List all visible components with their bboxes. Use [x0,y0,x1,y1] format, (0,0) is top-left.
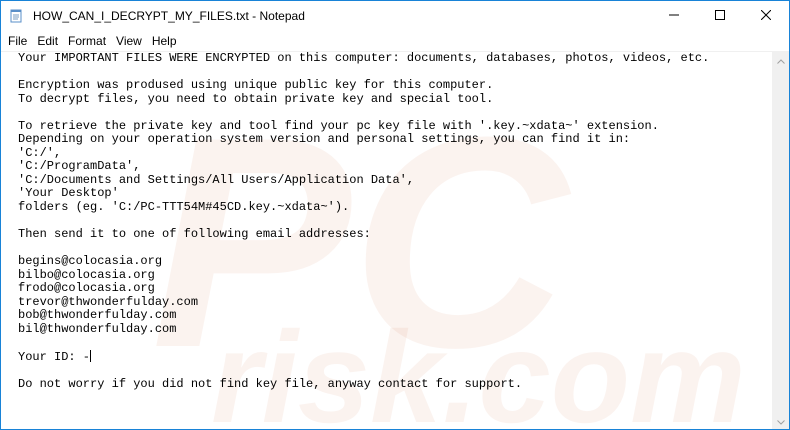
maximize-icon [715,7,725,25]
menu-bar: File Edit Format View Help [1,31,789,51]
text-line: To retrieve the private key and tool fin… [18,118,659,133]
text-line: bob@thwonderfulday.com [18,308,177,323]
chevron-up-icon [776,51,785,69]
vertical-scrollbar[interactable] [772,51,789,429]
text-line [18,242,709,256]
text-line: Encryption was prodused using unique pub… [18,78,494,93]
chevron-down-icon [776,412,785,430]
text-line: Your ID: - [18,350,91,365]
text-line: trevor@thwonderfulday.com [18,294,199,309]
notepad-icon [9,9,23,23]
menu-file[interactable]: File [1,31,32,51]
text-line [18,365,709,379]
text-line: Depending on your operation system versi… [18,132,631,147]
text-line [18,66,709,80]
text-line: Your IMPORTANT FILES WERE ENCRYPTED on t… [18,51,710,65]
text-line: 'C:/Documents and Settings/All Users/App… [18,172,415,187]
menu-help[interactable]: Help [147,31,182,51]
text-caret [90,350,92,363]
text-line: 'C:/', [18,145,62,160]
text-line: Do not worry if you did not find key fil… [18,377,523,392]
menu-view[interactable]: View [111,31,147,51]
text-line: 'C:/ProgramData', [18,159,141,174]
scroll-thumb[interactable] [776,69,785,409]
text-line: To decrypt files, you need to obtain pri… [18,91,494,106]
notepad-window: HOW_CAN_I_DECRYPT_MY_FILES.txt - Notepad… [0,0,790,430]
close-icon [760,7,772,25]
text-line: 'Your Desktop' [18,186,119,201]
menu-edit[interactable]: Edit [32,31,63,51]
menu-format[interactable]: Format [63,31,111,51]
text-line [18,215,709,229]
scroll-up-button[interactable] [772,51,789,68]
text-line: Then send it to one of following email a… [18,227,371,242]
text-line: frodo@colocasia.org [18,281,155,296]
text-editor[interactable]: PC risk.com Your IMPORTANT FILES WERE EN… [1,51,772,429]
text-line [18,336,709,350]
minimize-icon [669,7,679,25]
text-line: folders (eg. 'C:/PC-TTT54M#45CD.key.~xda… [18,200,350,215]
maximize-button[interactable] [697,1,743,31]
text-line [18,106,709,120]
window-title: HOW_CAN_I_DECRYPT_MY_FILES.txt - Notepad [33,9,305,23]
text-line: begins@colocasia.org [18,254,163,269]
title-bar[interactable]: HOW_CAN_I_DECRYPT_MY_FILES.txt - Notepad [1,1,789,31]
scroll-down-button[interactable] [772,412,789,429]
minimize-button[interactable] [651,1,697,31]
text-line: bilbo@colocasia.org [18,267,155,282]
text-line: bil@thwonderfulday.com [18,321,177,336]
document-text[interactable]: Your IMPORTANT FILES WERE ENCRYPTED on t… [18,52,709,392]
id-line: Your ID: - [18,350,709,365]
close-button[interactable] [743,1,789,31]
